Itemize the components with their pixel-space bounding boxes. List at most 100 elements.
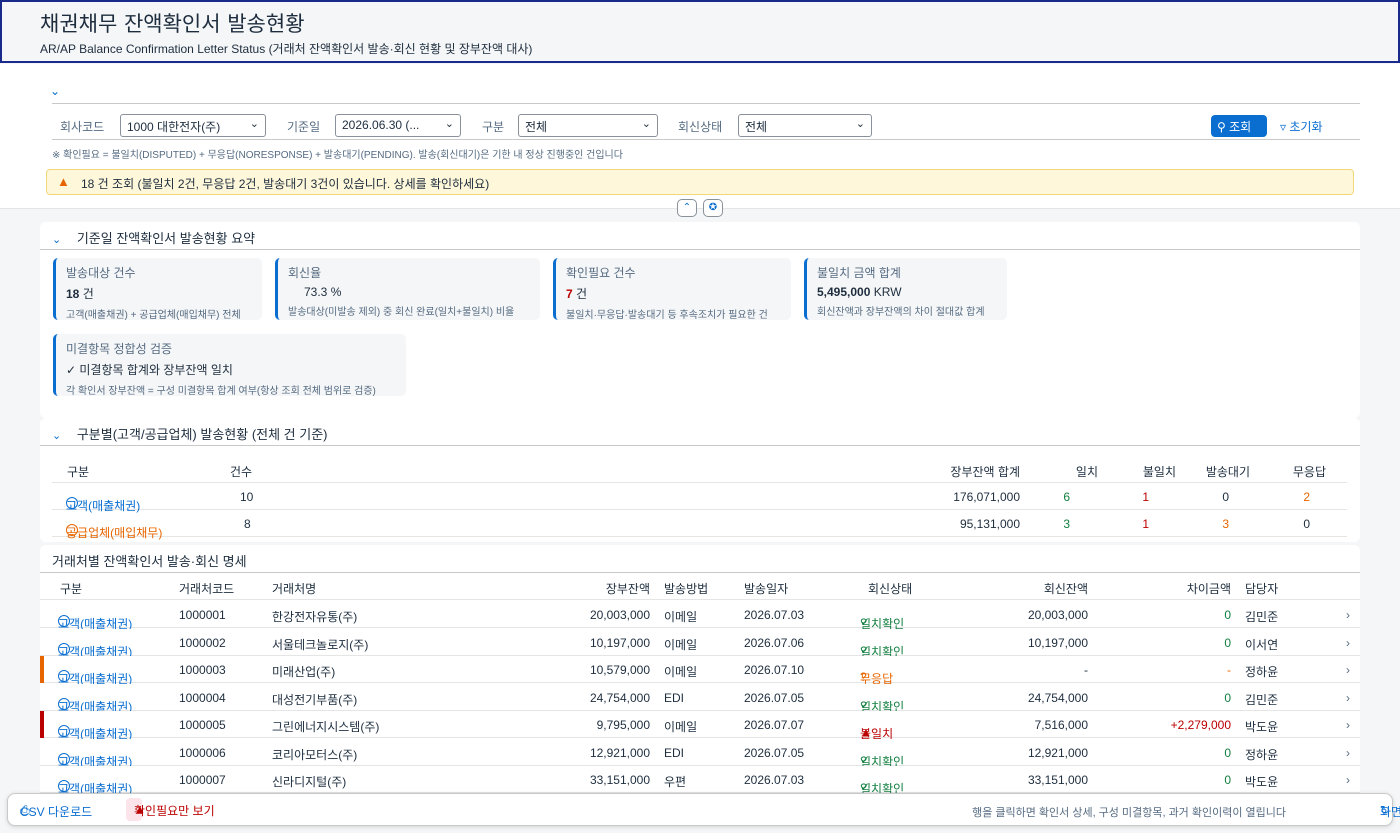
col-header: 건수 xyxy=(230,465,253,479)
reset-view-label: 화면재설정 xyxy=(1380,805,1400,819)
detail-row[interactable]: 고객(매출채권) 1000006 코리아모터스(주) 12,921,000 EDI 202… xyxy=(40,738,1360,769)
warning-strip: ▲ 18 건 조회 (불일치 2건, 무응답 2건, 발송대기 3건이 있습니다… xyxy=(46,169,1354,195)
card-need-check[interactable]: 확인필요 건수 7 건 불일치·무응답·발송대기 등 후속조치가 필요한 건 xyxy=(553,258,791,321)
chevron-right-icon[interactable]: › xyxy=(1346,691,1350,705)
card-desc: 각 확인서 장부잔액 = 구성 미결항목 합계 여부(항상 조회 전체 범위로 … xyxy=(66,386,376,397)
noresp-cell: 2 xyxy=(1303,490,1310,504)
owner: 정하윤 xyxy=(1245,747,1279,762)
chevron-right-icon[interactable]: › xyxy=(1346,663,1350,677)
col-header: 장부잔액 xyxy=(605,582,650,596)
search-icon: ⚲ xyxy=(1217,120,1226,134)
diff-amount: 0 xyxy=(1224,690,1231,705)
owner: 박도윤 xyxy=(1245,775,1279,789)
chevron-down-icon: ⌄ xyxy=(444,118,454,130)
card-unit: 건 xyxy=(576,287,588,301)
col-header: 발송일자 xyxy=(744,582,789,596)
chevron-down-icon: ⌄ xyxy=(52,430,62,442)
summary-header[interactable]: ⌄ 기준일 잔액확인서 발송현황 요약 xyxy=(52,228,255,247)
card-open-item-check[interactable]: 미결항목 정합성 검증 ✓ 미결항목 합계와 장부잔액 일치 각 확인서 장부잔… xyxy=(53,334,406,397)
filter-note: ※ 확인필요 = 불일치(DISPUTED) + 무응답(NORESPONSE)… xyxy=(52,150,623,161)
type-select[interactable]: 전체 ⌄ xyxy=(518,114,658,137)
filter-collapse-chevron-icon[interactable]: ⌄ xyxy=(50,84,60,98)
filter-divider xyxy=(52,103,1360,104)
partner-name: 미래산업(주) xyxy=(272,665,336,679)
reply-status-select[interactable]: 전체 ⌄ xyxy=(738,114,872,137)
partner-code: 1000001 xyxy=(179,608,226,622)
card-mismatch-amount[interactable]: 불일치 금액 합계 5,495,000 KRW 회신잔액과 장부잔액의 차이 절… xyxy=(804,258,1007,320)
card-value: 5,495,000 KRW xyxy=(817,285,997,299)
pin-icon: ✪ xyxy=(708,202,718,213)
send-date: 2026.07.05 xyxy=(744,745,805,760)
send-method: 이메일 xyxy=(664,665,698,679)
card-reply-rate[interactable]: 회신율 73.3 % 발송대상(미발송 제외) 중 회신 완료(일치+불일치) … xyxy=(275,258,540,320)
by-type-header[interactable]: ⌄ 구분별(고객/공급업체) 발송현황 (전체 건 기준) xyxy=(52,424,328,443)
send-method: EDI xyxy=(664,690,685,705)
card-send-target[interactable]: 발송대상 건수 18 건 고객(매출채권) + 공급업체(매입채무) 전체 xyxy=(53,258,262,321)
card-desc: 발송대상(미발송 제외) 중 회신 완료(일치+불일치) 비율 xyxy=(288,307,515,318)
send-method: 이메일 xyxy=(664,610,698,624)
detail-row[interactable]: 고객(매출채권) 1000004 대성전기부품(주) 24,754,000 EDI 202… xyxy=(40,683,1360,714)
book-balance: 9,795,000 xyxy=(596,718,650,732)
chevron-right-icon[interactable]: › xyxy=(1346,773,1350,787)
by-type-table-header: 구분 건수 장부잔액 합계 일치 불일치 발송대기 무응답 xyxy=(52,456,1347,483)
collapse-header-button[interactable]: ⌃ xyxy=(677,199,697,217)
reply-balance: 33,151,000 xyxy=(1027,773,1088,787)
card-title: 확인필요 건수 xyxy=(566,266,636,280)
detail-title: 거래처별 잔액확인서 발송·회신 명세 xyxy=(52,554,247,569)
detail-row[interactable]: 고객(매출채권) 1000002 서울테크놀로지(주) 10,197,000 이메일 20… xyxy=(40,628,1360,659)
chevron-right-icon[interactable]: › xyxy=(1346,636,1350,650)
col-header: 회신상태 xyxy=(868,582,913,596)
partner-name: 신라디지털(주) xyxy=(272,775,347,789)
partner-code: 1000007 xyxy=(179,773,226,787)
card-number: 5,495,000 xyxy=(817,285,871,299)
col-header: 회신잔액 xyxy=(1043,582,1088,596)
date-select-value: 2026.06.30 (... xyxy=(342,118,420,132)
send-method: 우편 xyxy=(664,775,687,789)
pin-header-button[interactable]: ✪ xyxy=(703,199,723,217)
card-value: 7 건 xyxy=(566,285,781,302)
book-balance: 24,754,000 xyxy=(589,690,650,705)
card-title: 불일치 금액 합계 xyxy=(817,266,901,280)
type-label: 구분 xyxy=(482,120,505,134)
send-date: 2026.07.10 xyxy=(744,663,805,677)
card-value: 73.3 % xyxy=(304,285,342,299)
diff-amount: 0 xyxy=(1224,635,1231,650)
chevron-right-icon[interactable]: › xyxy=(1346,746,1350,760)
partner-code: 1000002 xyxy=(179,635,226,650)
footer-toolbar: ⎙ CSV 다운로드 ▲ 확인필요만 보기 행을 클릭하면 확인서 상세, 구성… xyxy=(7,793,1400,826)
send-date: 2026.07.07 xyxy=(744,718,805,732)
col-header: 불일치 xyxy=(1142,465,1176,479)
card-unit: 건 xyxy=(82,287,94,301)
date-select[interactable]: 2026.06.30 (... ⌄ xyxy=(335,114,461,137)
reset-button[interactable]: ▿ 초기화 xyxy=(1280,118,1323,135)
chevron-right-icon[interactable]: › xyxy=(1346,608,1350,622)
detail-row[interactable]: 고객(매출채권) 1000003 미래산업(주) 10,579,000 이메일 2026.… xyxy=(40,656,1360,686)
detail-row[interactable]: 고객(매출채권) 1000007 신라디지털(주) 33,151,000 우편 2026.… xyxy=(40,766,1360,796)
company-select[interactable]: 1000 대한전자(주) ⌄ xyxy=(120,114,266,137)
pending-cell: 3 xyxy=(1222,517,1229,531)
card-desc: 회신잔액과 장부잔액의 차이 절대값 합계 xyxy=(817,307,985,318)
col-header: 구분 xyxy=(60,582,83,596)
detail-row[interactable]: 고객(매출채권) 1000001 한강전자유통(주) 20,003,000 이메일 202… xyxy=(40,601,1360,631)
card-value: 18 건 xyxy=(66,285,252,302)
send-method: EDI xyxy=(664,745,685,760)
need-check-filter-button[interactable]: ▲ 확인필요만 보기 xyxy=(126,798,215,821)
card-desc: 고객(매출채권) + 공급업체(매입채무) 전체 xyxy=(66,310,241,321)
chevron-right-icon[interactable]: › xyxy=(1346,718,1350,732)
send-date: 2026.07.06 xyxy=(744,635,805,650)
reply-balance: 24,754,000 xyxy=(1027,690,1088,705)
detail-row[interactable]: 고객(매출채권) 1000005 그린에너지시스템(주) 9,795,000 이메일 20… xyxy=(40,711,1360,741)
chevron-down-icon: ⌄ xyxy=(249,118,259,130)
col-header: 발송대기 xyxy=(1205,465,1250,479)
page-header: 채권채무 잔액확인서 발송현황 AR/AP Balance Confirmati… xyxy=(0,0,1400,63)
col-header: 담당자 xyxy=(1245,582,1279,596)
reply-balance: 12,921,000 xyxy=(1027,745,1088,760)
detail-table-header: 구분 거래처코드 거래처명 장부잔액 발송방법 발송일자 회신상태 회신잔액 차… xyxy=(40,572,1360,600)
pending-cell: 0 xyxy=(1222,490,1229,504)
partner-name: 서울테크놀로지(주) xyxy=(272,637,369,652)
by-type-row-customer[interactable]: 고객(매출채권) 10 176,071,000 6 1 0 2 xyxy=(52,483,1347,513)
by-type-row-vendor[interactable]: 공급업체(매입채무) 8 95,131,000 3 1 3 0 xyxy=(52,510,1347,540)
partner-name: 코리아모터스(주) xyxy=(272,747,358,762)
owner: 이서연 xyxy=(1245,637,1279,652)
go-button[interactable]: ⚲ 조회 xyxy=(1211,115,1267,137)
